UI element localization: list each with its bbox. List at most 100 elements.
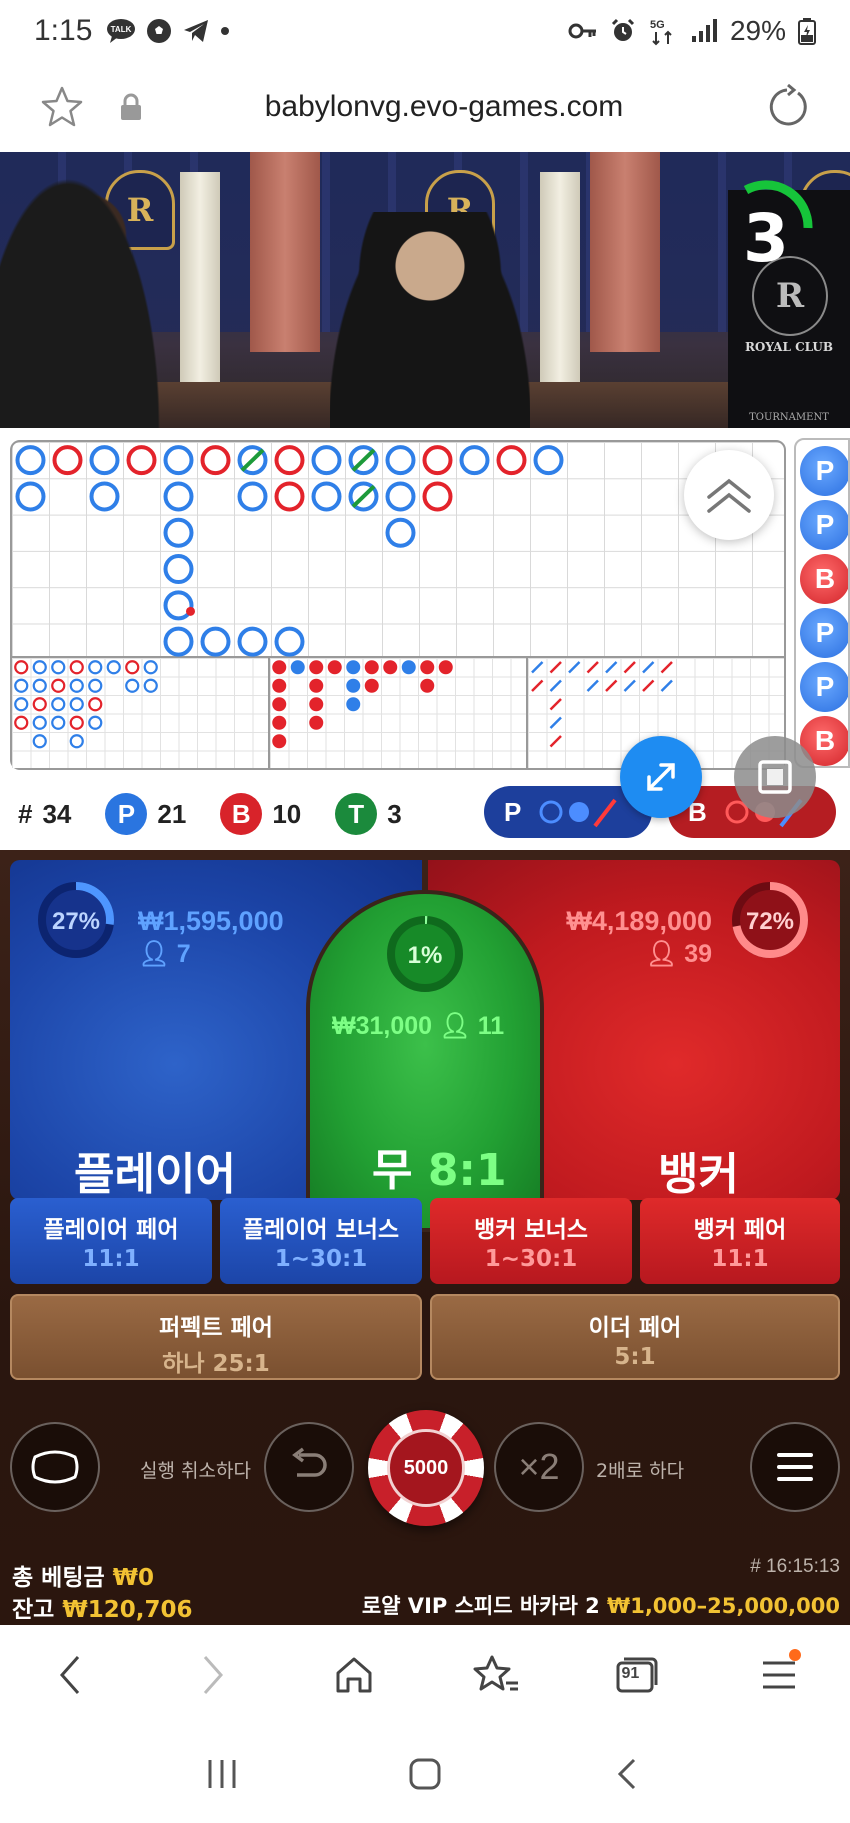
road-mark bbox=[69, 660, 84, 675]
road-mark bbox=[531, 661, 544, 674]
road-mark bbox=[549, 679, 562, 692]
road-mark bbox=[51, 697, 66, 712]
road-mark bbox=[351, 484, 376, 509]
either-pair-bet[interactable]: 이더 페어 5:1 bbox=[430, 1294, 840, 1380]
road-mark bbox=[309, 715, 324, 730]
tabs-count: 91 bbox=[621, 1665, 640, 1682]
road-mark bbox=[125, 678, 140, 693]
url-text[interactable]: babylonvg.evo-games.com bbox=[124, 90, 764, 124]
home-button[interactable] bbox=[324, 1645, 384, 1705]
road-mark bbox=[383, 660, 398, 675]
5g-icon: 5G bbox=[650, 19, 672, 46]
fullscreen-button[interactable] bbox=[620, 736, 702, 818]
road-mark bbox=[274, 445, 305, 476]
bet-controls: 실행 취소하다 5000 ×2 2배로 하다 bbox=[0, 1408, 850, 1528]
double-button[interactable]: ×2 bbox=[494, 1422, 584, 1512]
player-bet-label: 플레이어 bbox=[74, 1149, 236, 1200]
road-mark bbox=[660, 661, 673, 674]
battery-icon bbox=[798, 18, 816, 45]
bead-plate-strip[interactable]: P P B P P B bbox=[794, 438, 850, 768]
tie-odds: 8:1 bbox=[427, 1145, 507, 1196]
bead-dot: P bbox=[800, 446, 848, 496]
menu-button[interactable] bbox=[750, 1422, 840, 1512]
royal-club-sub: TOURNAMENT bbox=[749, 412, 829, 423]
person-icon: 👤︎ bbox=[439, 1012, 471, 1040]
road-mark bbox=[88, 697, 103, 712]
road-mark bbox=[533, 445, 564, 476]
small-road[interactable] bbox=[270, 658, 528, 768]
video-pillar bbox=[180, 172, 220, 392]
reload-icon[interactable] bbox=[764, 84, 810, 130]
selected-chip[interactable]: 5000 bbox=[368, 1410, 484, 1526]
status-time: 1:15 bbox=[34, 14, 93, 47]
double-label: 2배로 하다 bbox=[596, 1460, 685, 1482]
table-view-button[interactable] bbox=[10, 1422, 100, 1512]
undo-button[interactable] bbox=[264, 1422, 354, 1512]
stat-tie: T 3 bbox=[335, 793, 402, 835]
betting-table: 27% ₩1,595,000 👤︎ 7 플레이어 72% ₩4,189,000 … bbox=[0, 850, 850, 1625]
road-mark bbox=[89, 481, 120, 512]
stat-total: # 34 bbox=[18, 799, 71, 830]
road-mark bbox=[14, 697, 29, 712]
side-bet-odds: 11:1 bbox=[711, 1246, 769, 1272]
player-badge: P bbox=[105, 793, 148, 835]
bookmarks-button[interactable] bbox=[466, 1645, 526, 1705]
home-circle-icon[interactable] bbox=[405, 1754, 445, 1794]
undo-icon bbox=[292, 1447, 327, 1477]
road-mark bbox=[143, 678, 158, 693]
picture-in-picture-button[interactable] bbox=[734, 736, 816, 818]
road-mark bbox=[568, 661, 581, 674]
banker-pct: 72% bbox=[745, 908, 795, 935]
road-mark bbox=[272, 678, 287, 693]
road-mark bbox=[14, 660, 29, 675]
road-mark bbox=[69, 715, 84, 730]
road-mark bbox=[364, 660, 379, 675]
road-mark bbox=[459, 445, 490, 476]
double-symbol: ×2 bbox=[518, 1446, 560, 1487]
road-mark bbox=[143, 660, 158, 675]
player-bonus-bet[interactable]: 플레이어 보너스 1~30:1 bbox=[220, 1198, 422, 1284]
forward-button[interactable] bbox=[182, 1645, 242, 1705]
back-icon[interactable] bbox=[608, 1754, 648, 1794]
road-mark bbox=[69, 678, 84, 693]
collapse-roads-button[interactable] bbox=[684, 450, 774, 540]
road-mark bbox=[88, 660, 103, 675]
road-mark bbox=[309, 697, 324, 712]
road-mark bbox=[163, 517, 194, 548]
perfect-pair-bet[interactable]: 퍼펙트 페어 하나 25:1 bbox=[10, 1294, 422, 1380]
svg-text:TALK: TALK bbox=[111, 25, 132, 34]
key-icon bbox=[568, 23, 596, 39]
road-mark bbox=[346, 660, 361, 675]
big-road[interactable] bbox=[10, 440, 786, 658]
hamburger-icon bbox=[763, 1661, 796, 1689]
side-bet-odds: 11:1 bbox=[82, 1246, 140, 1272]
tie-bet-spot[interactable]: 1% ₩31,000 👤︎ 11 무 8:1 bbox=[306, 890, 544, 1232]
banker-pair-bet[interactable]: 뱅커 페어 11:1 bbox=[640, 1198, 840, 1284]
browser-menu-button[interactable] bbox=[749, 1645, 809, 1705]
bead-dot: P bbox=[800, 608, 848, 658]
recents-icon[interactable] bbox=[202, 1754, 242, 1794]
big-eye-road[interactable] bbox=[12, 658, 270, 768]
total-bet-label: 총 베팅금 bbox=[12, 1565, 105, 1591]
tabs-button[interactable]: 91 bbox=[607, 1645, 667, 1705]
road-mark bbox=[14, 715, 29, 730]
bookmark-star-icon[interactable] bbox=[40, 85, 84, 129]
expand-icon bbox=[647, 763, 675, 791]
road-mark bbox=[240, 448, 265, 472]
player-pair-bet[interactable]: 플레이어 페어 11:1 bbox=[10, 1198, 212, 1284]
side-bet-label: 플레이어 보너스 bbox=[242, 1217, 400, 1243]
road-mark bbox=[89, 445, 120, 476]
road-mark bbox=[15, 481, 46, 512]
road-mark bbox=[51, 715, 66, 730]
road-mark bbox=[88, 678, 103, 693]
back-button[interactable] bbox=[41, 1645, 101, 1705]
browser-url-bar: babylonvg.evo-games.com bbox=[0, 62, 850, 152]
road-mark bbox=[32, 660, 47, 675]
banker-bettor-count: 39 bbox=[684, 940, 712, 968]
countdown-number: 3 bbox=[743, 200, 789, 277]
road-mark bbox=[420, 660, 435, 675]
total-bet-row: 총 베팅금 ₩0 bbox=[12, 1558, 154, 1592]
bead-dot: B bbox=[800, 554, 848, 604]
road-mark bbox=[272, 734, 287, 749]
banker-bonus-bet[interactable]: 뱅커 보너스 1~30:1 bbox=[430, 1198, 632, 1284]
